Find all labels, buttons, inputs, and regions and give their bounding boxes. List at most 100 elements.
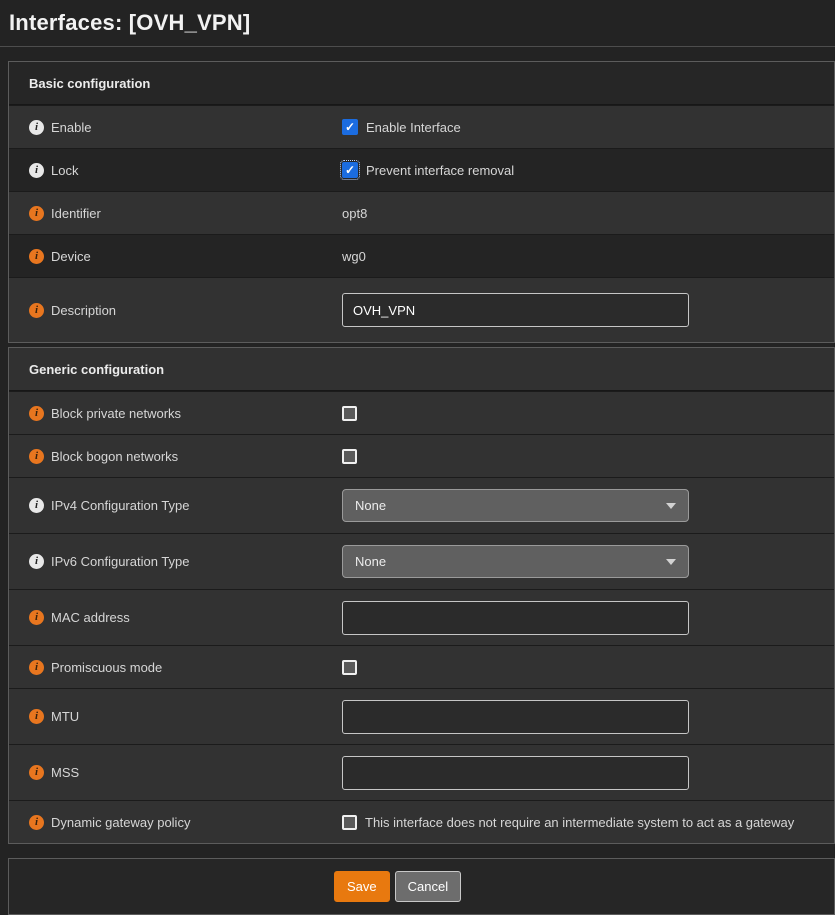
form-row-block-private-networks: i Block private networks [9, 391, 834, 434]
form-row-mtu: i MTU [9, 688, 834, 744]
description-control-col [342, 293, 834, 327]
dynamic-gateway-policy-label-col: i Dynamic gateway policy [29, 815, 342, 830]
block-bogon-networks-checkbox[interactable] [342, 449, 357, 464]
mss-control-col [342, 756, 834, 790]
identifier-label-col: i Identifier [29, 206, 342, 221]
ipv4-configuration-type-label-col: i IPv4 Configuration Type [29, 498, 342, 513]
form-row-ipv4-configuration-type: i IPv4 Configuration Type None [9, 477, 834, 533]
identifier-value: opt8 [342, 206, 367, 221]
mtu-input[interactable] [342, 700, 689, 734]
lock-control-col: ✓ Prevent interface removal [342, 162, 834, 178]
info-icon[interactable]: i [29, 498, 44, 513]
device-label-col: i Device [29, 249, 342, 264]
info-icon[interactable]: i [29, 709, 44, 724]
form-row-block-bogon-networks: i Block bogon networks [9, 434, 834, 477]
block-private-networks-label: Block private networks [51, 406, 181, 421]
ipv6-configuration-type-select[interactable]: None [342, 545, 689, 578]
identifier-control-col: opt8 [342, 206, 834, 221]
mtu-label: MTU [51, 709, 79, 724]
enable-control-col: ✓ Enable Interface [342, 119, 834, 135]
ipv6-configuration-type-label-col: i IPv6 Configuration Type [29, 554, 342, 569]
ipv4-configuration-type-control-col: None [342, 489, 834, 522]
info-icon[interactable]: i [29, 120, 44, 135]
form-row-enable: i Enable ✓ Enable Interface [9, 105, 834, 148]
device-control-col: wg0 [342, 249, 834, 264]
info-icon[interactable]: i [29, 163, 44, 178]
lock-label: Lock [51, 163, 78, 178]
form-row-mac-address: i MAC address [9, 589, 834, 645]
block-private-networks-label-col: i Block private networks [29, 406, 342, 421]
block-private-networks-checkbox[interactable] [342, 406, 357, 421]
mss-label-col: i MSS [29, 765, 342, 780]
lock-label-col: i Lock [29, 163, 342, 178]
mss-label: MSS [51, 765, 79, 780]
ipv6-configuration-type-control-col: None [342, 545, 834, 578]
dynamic-gateway-policy-checkbox-label: This interface does not require an inter… [365, 815, 794, 830]
device-value: wg0 [342, 249, 366, 264]
info-icon[interactable]: i [29, 554, 44, 569]
promiscuous-mode-label-col: i Promiscuous mode [29, 660, 342, 675]
mac-address-input[interactable] [342, 601, 689, 635]
lock-checkbox[interactable]: ✓ [342, 162, 358, 178]
promiscuous-mode-control-col [342, 660, 834, 675]
section-title: Basic configuration [9, 62, 834, 105]
device-label: Device [51, 249, 91, 264]
block-private-networks-control-col [342, 406, 834, 421]
page-title: Interfaces: [OVH_VPN] [0, 0, 835, 47]
info-icon[interactable]: i [29, 206, 44, 221]
enable-checkbox[interactable]: ✓ [342, 119, 358, 135]
promiscuous-mode-checkbox[interactable] [342, 660, 357, 675]
info-icon[interactable]: i [29, 249, 44, 264]
chevron-down-icon [666, 503, 676, 509]
info-icon[interactable]: i [29, 660, 44, 675]
section-panel-1: Basic configuration i Enable ✓ Enable Interf… [8, 61, 835, 343]
dynamic-gateway-policy-label: Dynamic gateway policy [51, 815, 190, 830]
form-row-description: i Description [9, 277, 834, 342]
info-icon[interactable]: i [29, 303, 44, 318]
mac-address-label-col: i MAC address [29, 610, 342, 625]
mac-address-label: MAC address [51, 610, 130, 625]
form-row-mss: i MSS [9, 744, 834, 800]
enable-checkbox-label: Enable Interface [366, 120, 461, 135]
identifier-label: Identifier [51, 206, 101, 221]
form-actions: Save Cancel [8, 858, 835, 915]
info-icon[interactable]: i [29, 610, 44, 625]
info-icon[interactable]: i [29, 815, 44, 830]
dynamic-gateway-policy-control-col: This interface does not require an inter… [342, 815, 834, 830]
description-input[interactable] [342, 293, 689, 327]
form-row-dynamic-gateway-policy: i Dynamic gateway policy This interface do… [9, 800, 834, 843]
dynamic-gateway-policy-checkbox[interactable] [342, 815, 357, 830]
form-row-identifier: i Identifier opt8 [9, 191, 834, 234]
block-bogon-networks-label: Block bogon networks [51, 449, 178, 464]
chevron-down-icon [666, 559, 676, 565]
lock-checkbox-label: Prevent interface removal [366, 163, 514, 178]
ipv4-configuration-type-select[interactable]: None [342, 489, 689, 522]
cancel-button[interactable]: Cancel [395, 871, 461, 902]
form-row-promiscuous-mode: i Promiscuous mode [9, 645, 834, 688]
promiscuous-mode-label: Promiscuous mode [51, 660, 162, 675]
section-panel-2: Generic configuration i Block private netw… [8, 347, 835, 844]
description-label-col: i Description [29, 303, 342, 318]
info-icon[interactable]: i [29, 765, 44, 780]
ipv6-configuration-type-label: IPv6 Configuration Type [51, 554, 190, 569]
mtu-control-col [342, 700, 834, 734]
block-bogon-networks-control-col [342, 449, 834, 464]
mac-address-control-col [342, 601, 834, 635]
description-label: Description [51, 303, 116, 318]
ipv6-configuration-type-select-value: None [355, 554, 386, 569]
form-row-ipv6-configuration-type: i IPv6 Configuration Type None [9, 533, 834, 589]
form-sections: Basic configuration i Enable ✓ Enable Interf… [0, 61, 835, 844]
info-icon[interactable]: i [29, 449, 44, 464]
save-button[interactable]: Save [334, 871, 390, 902]
enable-label-col: i Enable [29, 120, 342, 135]
ipv4-configuration-type-label: IPv4 Configuration Type [51, 498, 190, 513]
ipv4-configuration-type-select-value: None [355, 498, 386, 513]
form-row-lock: i Lock ✓ Prevent interface removal [9, 148, 834, 191]
info-icon[interactable]: i [29, 406, 44, 421]
section-title: Generic configuration [9, 348, 834, 391]
block-bogon-networks-label-col: i Block bogon networks [29, 449, 342, 464]
form-row-device: i Device wg0 [9, 234, 834, 277]
mss-input[interactable] [342, 756, 689, 790]
mtu-label-col: i MTU [29, 709, 342, 724]
enable-label: Enable [51, 120, 91, 135]
